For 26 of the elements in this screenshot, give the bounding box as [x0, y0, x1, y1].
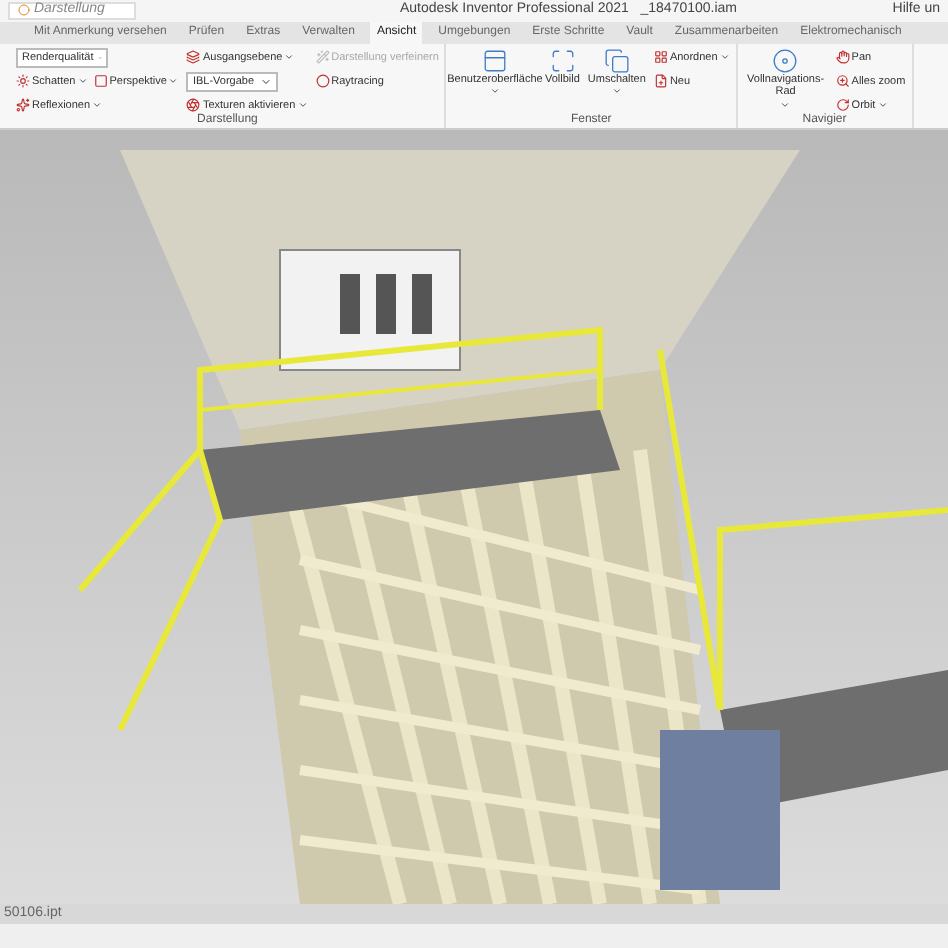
wand-icon: [315, 50, 330, 65]
caret-icon: [719, 52, 730, 63]
caret-icon: [168, 76, 179, 87]
circle-icon: [315, 74, 330, 89]
orbit-icon: [835, 98, 850, 113]
windows-icon: [603, 47, 630, 74]
caret-icon: [877, 100, 888, 111]
caret-icon: [77, 76, 88, 87]
caret-icon: [92, 100, 103, 111]
sun-icon: [16, 74, 30, 89]
layers-icon: [186, 50, 201, 65]
caret-icon: [297, 100, 308, 111]
caret-icon: [780, 99, 791, 110]
hand-icon: [835, 50, 850, 65]
sparkle-icon: [16, 98, 30, 113]
grid-icon: [653, 50, 668, 65]
new-file-icon: [653, 74, 668, 89]
caret-icon: [611, 86, 622, 97]
maximize-icon: [549, 47, 576, 74]
aperture-icon: [186, 98, 201, 113]
zoom-icon: [835, 74, 850, 89]
caret-icon: [284, 52, 295, 63]
wheel-icon: [772, 47, 799, 74]
caret-icon: [489, 86, 500, 97]
window-icon: [481, 47, 508, 74]
square-icon: [93, 74, 108, 89]
